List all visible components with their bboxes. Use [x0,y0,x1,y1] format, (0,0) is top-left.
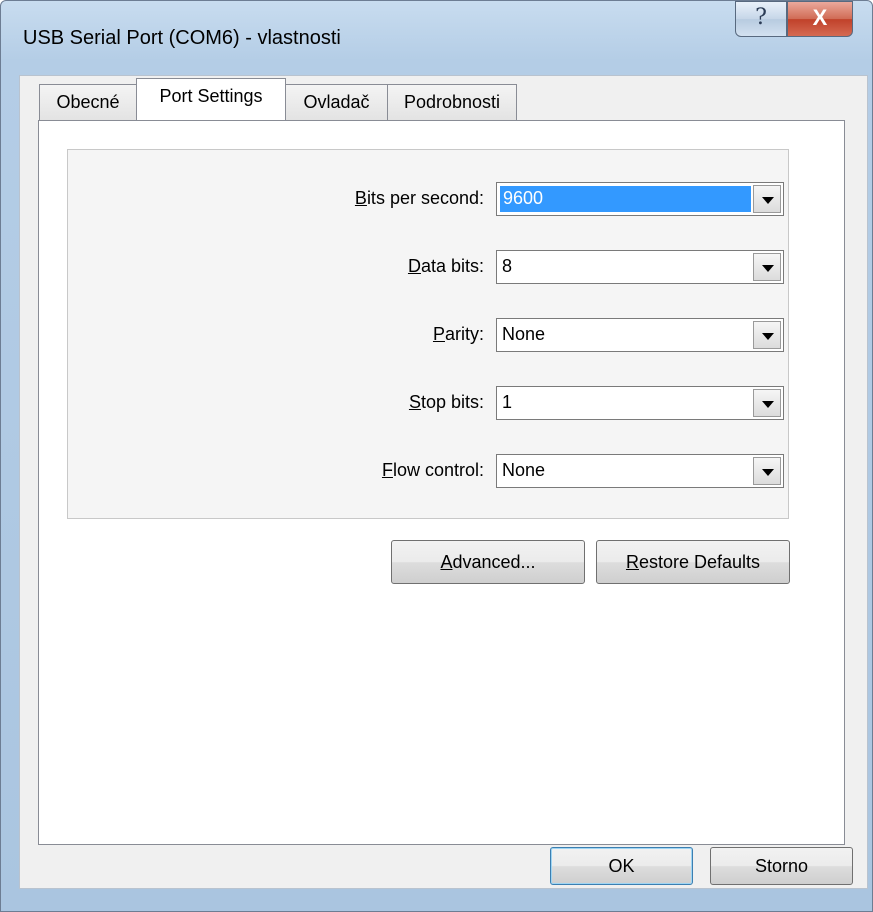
dropdown-button[interactable] [753,457,781,485]
parity-value: None [502,324,546,344]
dropdown-button[interactable] [753,185,781,213]
close-icon: X [812,5,828,30]
dropdown-button[interactable] [753,321,781,349]
data-bits-select[interactable]: 8 [496,250,784,284]
settings-groupbox: Bits per second: 9600 Data bits: 8 Parit… [67,149,789,519]
dropdown-button[interactable] [753,253,781,281]
dialog-client-area: Obecné Port Settings Ovladač Podrobnosti… [19,75,868,889]
bits-per-second-value: 9600 [503,188,544,208]
tab-podrobnosti[interactable]: Podrobnosti [387,84,517,120]
flow-control-label: Flow control: [381,460,484,480]
chevron-down-icon [762,265,774,272]
tab-port-settings[interactable]: Port Settings [136,78,286,120]
chevron-down-icon [762,197,774,204]
advanced-button[interactable]: Advanced... [391,540,585,584]
port-settings-panel: Bits per second: 9600 Data bits: 8 Parit… [38,120,845,845]
ok-button[interactable]: OK [550,847,693,885]
restore-defaults-button[interactable]: Restore Defaults [596,540,790,584]
help-button[interactable]: ? [735,1,787,37]
stop-bits-select[interactable]: 1 [496,386,784,420]
flow-control-value: None [502,460,546,480]
parity-select[interactable]: None [496,318,784,352]
chevron-down-icon [762,469,774,476]
title-bar[interactable]: USB Serial Port (COM6) - vlastnosti ? X [1,1,872,75]
flow-control-select[interactable]: None [496,454,784,488]
chevron-down-icon [762,333,774,340]
bits-per-second-label: Bits per second: [354,188,484,208]
question-mark-icon: ? [755,5,767,30]
tab-obecne[interactable]: Obecné [39,84,137,120]
data-bits-value: 8 [502,256,513,276]
stop-bits-value: 1 [502,392,513,412]
window-title: USB Serial Port (COM6) - vlastnosti [23,27,341,49]
stop-bits-label: Stop bits: [408,392,484,412]
chevron-down-icon [762,401,774,408]
dropdown-button[interactable] [753,389,781,417]
data-bits-label: Data bits: [407,256,484,276]
cancel-button[interactable]: Storno [710,847,853,885]
bits-per-second-select[interactable]: 9600 [496,182,784,216]
tab-ovladac[interactable]: Ovladač [285,84,388,120]
close-button[interactable]: X [787,1,853,37]
parity-label: Parity: [432,324,484,344]
properties-dialog: USB Serial Port (COM6) - vlastnosti ? X … [0,0,873,912]
